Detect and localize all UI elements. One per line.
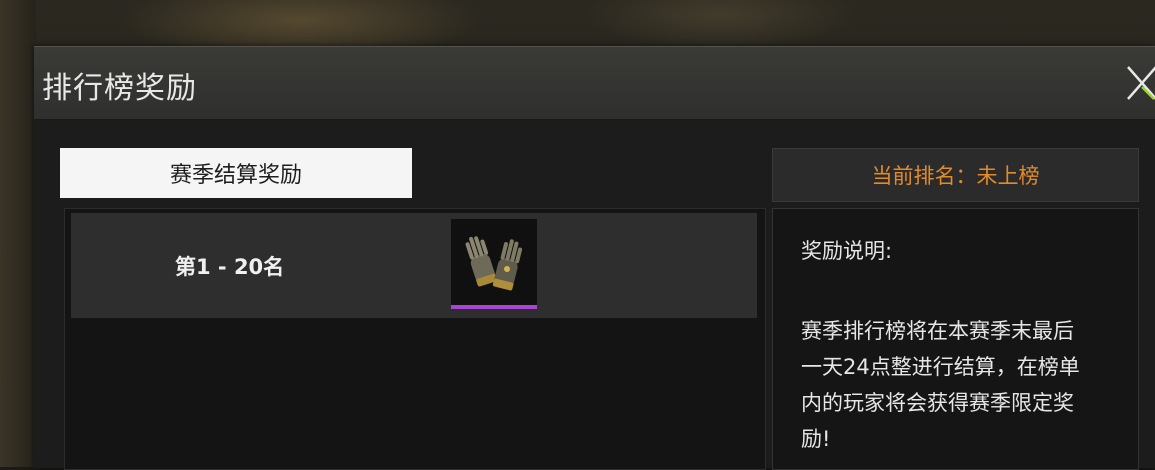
dialog-title: 排行榜奖励 — [42, 71, 197, 106]
description-text: 赛季排行榜将在本赛季末最后一天24点整进行结算，在榜单内的玩家将会获得赛季限定奖… — [801, 319, 1080, 451]
reward-row: 第1 - 20名 — [71, 213, 757, 318]
tab-season-settlement[interactable]: 赛季结算奖励 — [60, 148, 412, 198]
reward-description-panel: 奖励说明: 赛季排行榜将在本赛季末最后一天24点整进行结算，在榜单内的玩家将会获… — [772, 208, 1139, 470]
gloves-icon — [465, 236, 523, 291]
close-x-icon — [1127, 66, 1155, 100]
description-title: 奖励说明: — [801, 239, 893, 263]
reward-item-slot[interactable] — [451, 219, 537, 309]
current-rank-status: 当前排名：未上榜 — [772, 148, 1139, 202]
close-button[interactable] — [1120, 61, 1155, 105]
scene-edge — [0, 0, 36, 467]
leaderboard-rewards-dialog: 排行榜奖励 赛季结算奖励 第1 - 20名 当前排名：未上榜 奖励说明: 赛季排… — [34, 46, 1155, 470]
reward-list: 第1 - 20名 — [64, 208, 766, 470]
rank-range-label: 第1 - 20名 — [175, 255, 285, 279]
dialog-body: 赛季结算奖励 第1 - 20名 当前排名：未上榜 奖励说明: 赛季排行榜将在本赛… — [34, 120, 1155, 470]
dialog-titlebar: 排行榜奖励 — [34, 47, 1155, 120]
